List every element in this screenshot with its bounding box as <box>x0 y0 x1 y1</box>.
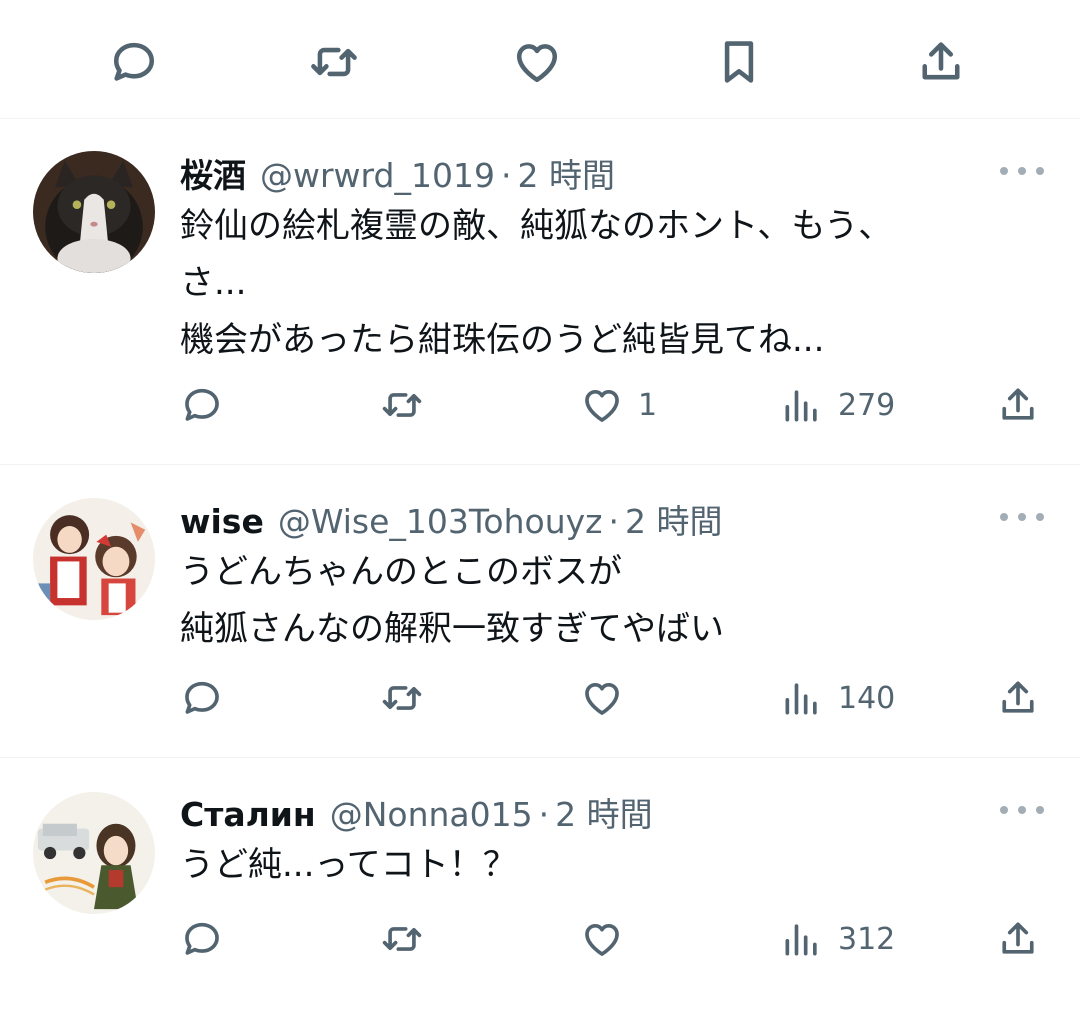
retweet-button[interactable] <box>306 34 362 90</box>
tweet-text-line: 機会があったら紺珠伝のうど純皆見てね... <box>180 320 825 360</box>
share-button[interactable] <box>913 34 969 90</box>
user-handle[interactable]: @Nonna015 <box>330 795 533 834</box>
more-options-button[interactable] <box>1000 800 1044 820</box>
reply-tweet[interactable]: wise @Wise_103Tohouyz · 2 時間 うどんちゃんのとこのボ… <box>0 465 1080 758</box>
reply-icon <box>185 681 219 714</box>
reply-button[interactable] <box>106 34 162 90</box>
avatar[interactable] <box>33 151 155 273</box>
user-handle[interactable]: @wrwrd_1019 <box>260 156 495 195</box>
tweet-header: wise @Wise_103Tohouyz · 2 時間 <box>180 495 723 541</box>
avatar[interactable] <box>33 792 155 914</box>
more-dot-icon <box>1000 167 1008 175</box>
like-button[interactable] <box>580 914 638 964</box>
display-name[interactable]: 桜酒 <box>180 149 246 197</box>
tweet-text: うどんちゃんのとこのボスが 純狐さんなの解釈一致すぎてやばい <box>180 544 1040 658</box>
more-options-button[interactable] <box>1000 507 1044 527</box>
reply-tweet[interactable]: Сталин @Nonna015 · 2 時間 うど純...ってコト！？ 312 <box>0 758 1080 1021</box>
share-button[interactable] <box>996 673 1040 723</box>
reply-icon <box>185 388 219 421</box>
bookmark-icon <box>724 41 754 83</box>
more-dot-icon <box>1000 513 1008 521</box>
retweet-icon <box>382 393 422 417</box>
reply-icon <box>113 42 155 81</box>
display-name[interactable]: Сталин <box>180 795 316 834</box>
more-dot-icon <box>1018 167 1026 175</box>
tweet-text-line: うどんちゃんのとこのボスが <box>180 552 622 592</box>
reply-button[interactable] <box>180 380 224 430</box>
tweet-action-bar: 1 279 <box>180 380 1060 430</box>
reply-button[interactable] <box>180 673 224 723</box>
views-button[interactable]: 279 <box>780 380 895 430</box>
like-icon <box>585 389 619 422</box>
bar-chart-icon <box>785 924 817 956</box>
more-dot-icon <box>1036 167 1044 175</box>
anime-illustration-avatar <box>33 498 155 620</box>
bar-chart-icon <box>785 390 817 422</box>
bar-chart-icon <box>785 683 817 715</box>
share-button[interactable] <box>996 914 1040 964</box>
like-button[interactable] <box>580 673 638 723</box>
retweet-button[interactable] <box>380 380 424 430</box>
more-options-button[interactable] <box>1000 161 1044 181</box>
timestamp[interactable]: 2 時間 <box>555 788 653 836</box>
retweet-icon <box>382 927 422 951</box>
view-count: 312 <box>838 921 896 957</box>
separator-dot: · <box>538 795 550 834</box>
reply-button[interactable] <box>180 914 224 964</box>
tweet-header: 桜酒 @wrwrd_1019 · 2 時間 <box>180 149 615 195</box>
more-dot-icon <box>1036 806 1044 814</box>
separator-dot: · <box>608 502 620 541</box>
views-button[interactable]: 312 <box>780 914 895 964</box>
more-dot-icon <box>1036 513 1044 521</box>
tweet-header: Сталин @Nonna015 · 2 時間 <box>180 788 653 834</box>
retweet-icon <box>382 686 422 710</box>
view-count: 140 <box>838 680 896 716</box>
avatar[interactable] <box>33 498 155 620</box>
tweet-text-line: 純狐さんなの解釈一致すぎてやばい <box>180 609 724 649</box>
retweet-button[interactable] <box>380 914 424 964</box>
share-icon <box>1002 388 1034 420</box>
timestamp[interactable]: 2 時間 <box>625 495 723 543</box>
focused-tweet-action-bar <box>0 0 1080 119</box>
tweet-text: うど純...ってコト！？ <box>180 837 1040 894</box>
reply-icon <box>185 922 219 955</box>
tweet-text-line: うど純...ってコト！？ <box>180 845 517 885</box>
like-count: 1 <box>638 387 658 423</box>
timestamp[interactable]: 2 時間 <box>517 149 615 197</box>
more-dot-icon <box>1018 513 1026 521</box>
like-icon <box>585 923 619 956</box>
views-button[interactable]: 140 <box>780 673 895 723</box>
view-count: 279 <box>838 387 896 423</box>
cat-photo-avatar <box>33 151 155 273</box>
like-button[interactable] <box>509 34 565 90</box>
like-icon <box>516 44 558 83</box>
tweet-text: 鈴仙の絵札複霊の敵、純狐なのホント、もう、 さ... 機会があったら紺珠伝のうど… <box>180 198 1040 369</box>
more-dot-icon <box>1000 806 1008 814</box>
tweet-text-line: さ... <box>180 263 247 303</box>
share-icon <box>1002 681 1034 713</box>
share-icon <box>922 42 960 80</box>
like-button[interactable]: 1 <box>580 380 657 430</box>
share-icon <box>1002 922 1034 954</box>
share-button[interactable] <box>996 380 1040 430</box>
like-icon <box>585 682 619 715</box>
reply-tweet[interactable]: 桜酒 @wrwrd_1019 · 2 時間 鈴仙の絵札複霊の敵、純狐なのホント、… <box>0 119 1080 465</box>
user-handle[interactable]: @Wise_103Tohouyz <box>278 502 603 541</box>
display-name[interactable]: wise <box>180 502 264 541</box>
separator-dot: · <box>500 156 512 195</box>
retweet-icon <box>311 47 357 77</box>
tweet-text-line: 鈴仙の絵札複霊の敵、純狐なのホント、もう、 <box>180 206 893 246</box>
tweet-action-bar: 140 <box>180 673 1060 723</box>
tweet-action-bar: 312 <box>180 914 1060 964</box>
car-and-anime-girl-avatar <box>33 792 155 914</box>
more-dot-icon <box>1018 806 1026 814</box>
bookmark-button[interactable] <box>711 34 767 90</box>
retweet-button[interactable] <box>380 673 424 723</box>
